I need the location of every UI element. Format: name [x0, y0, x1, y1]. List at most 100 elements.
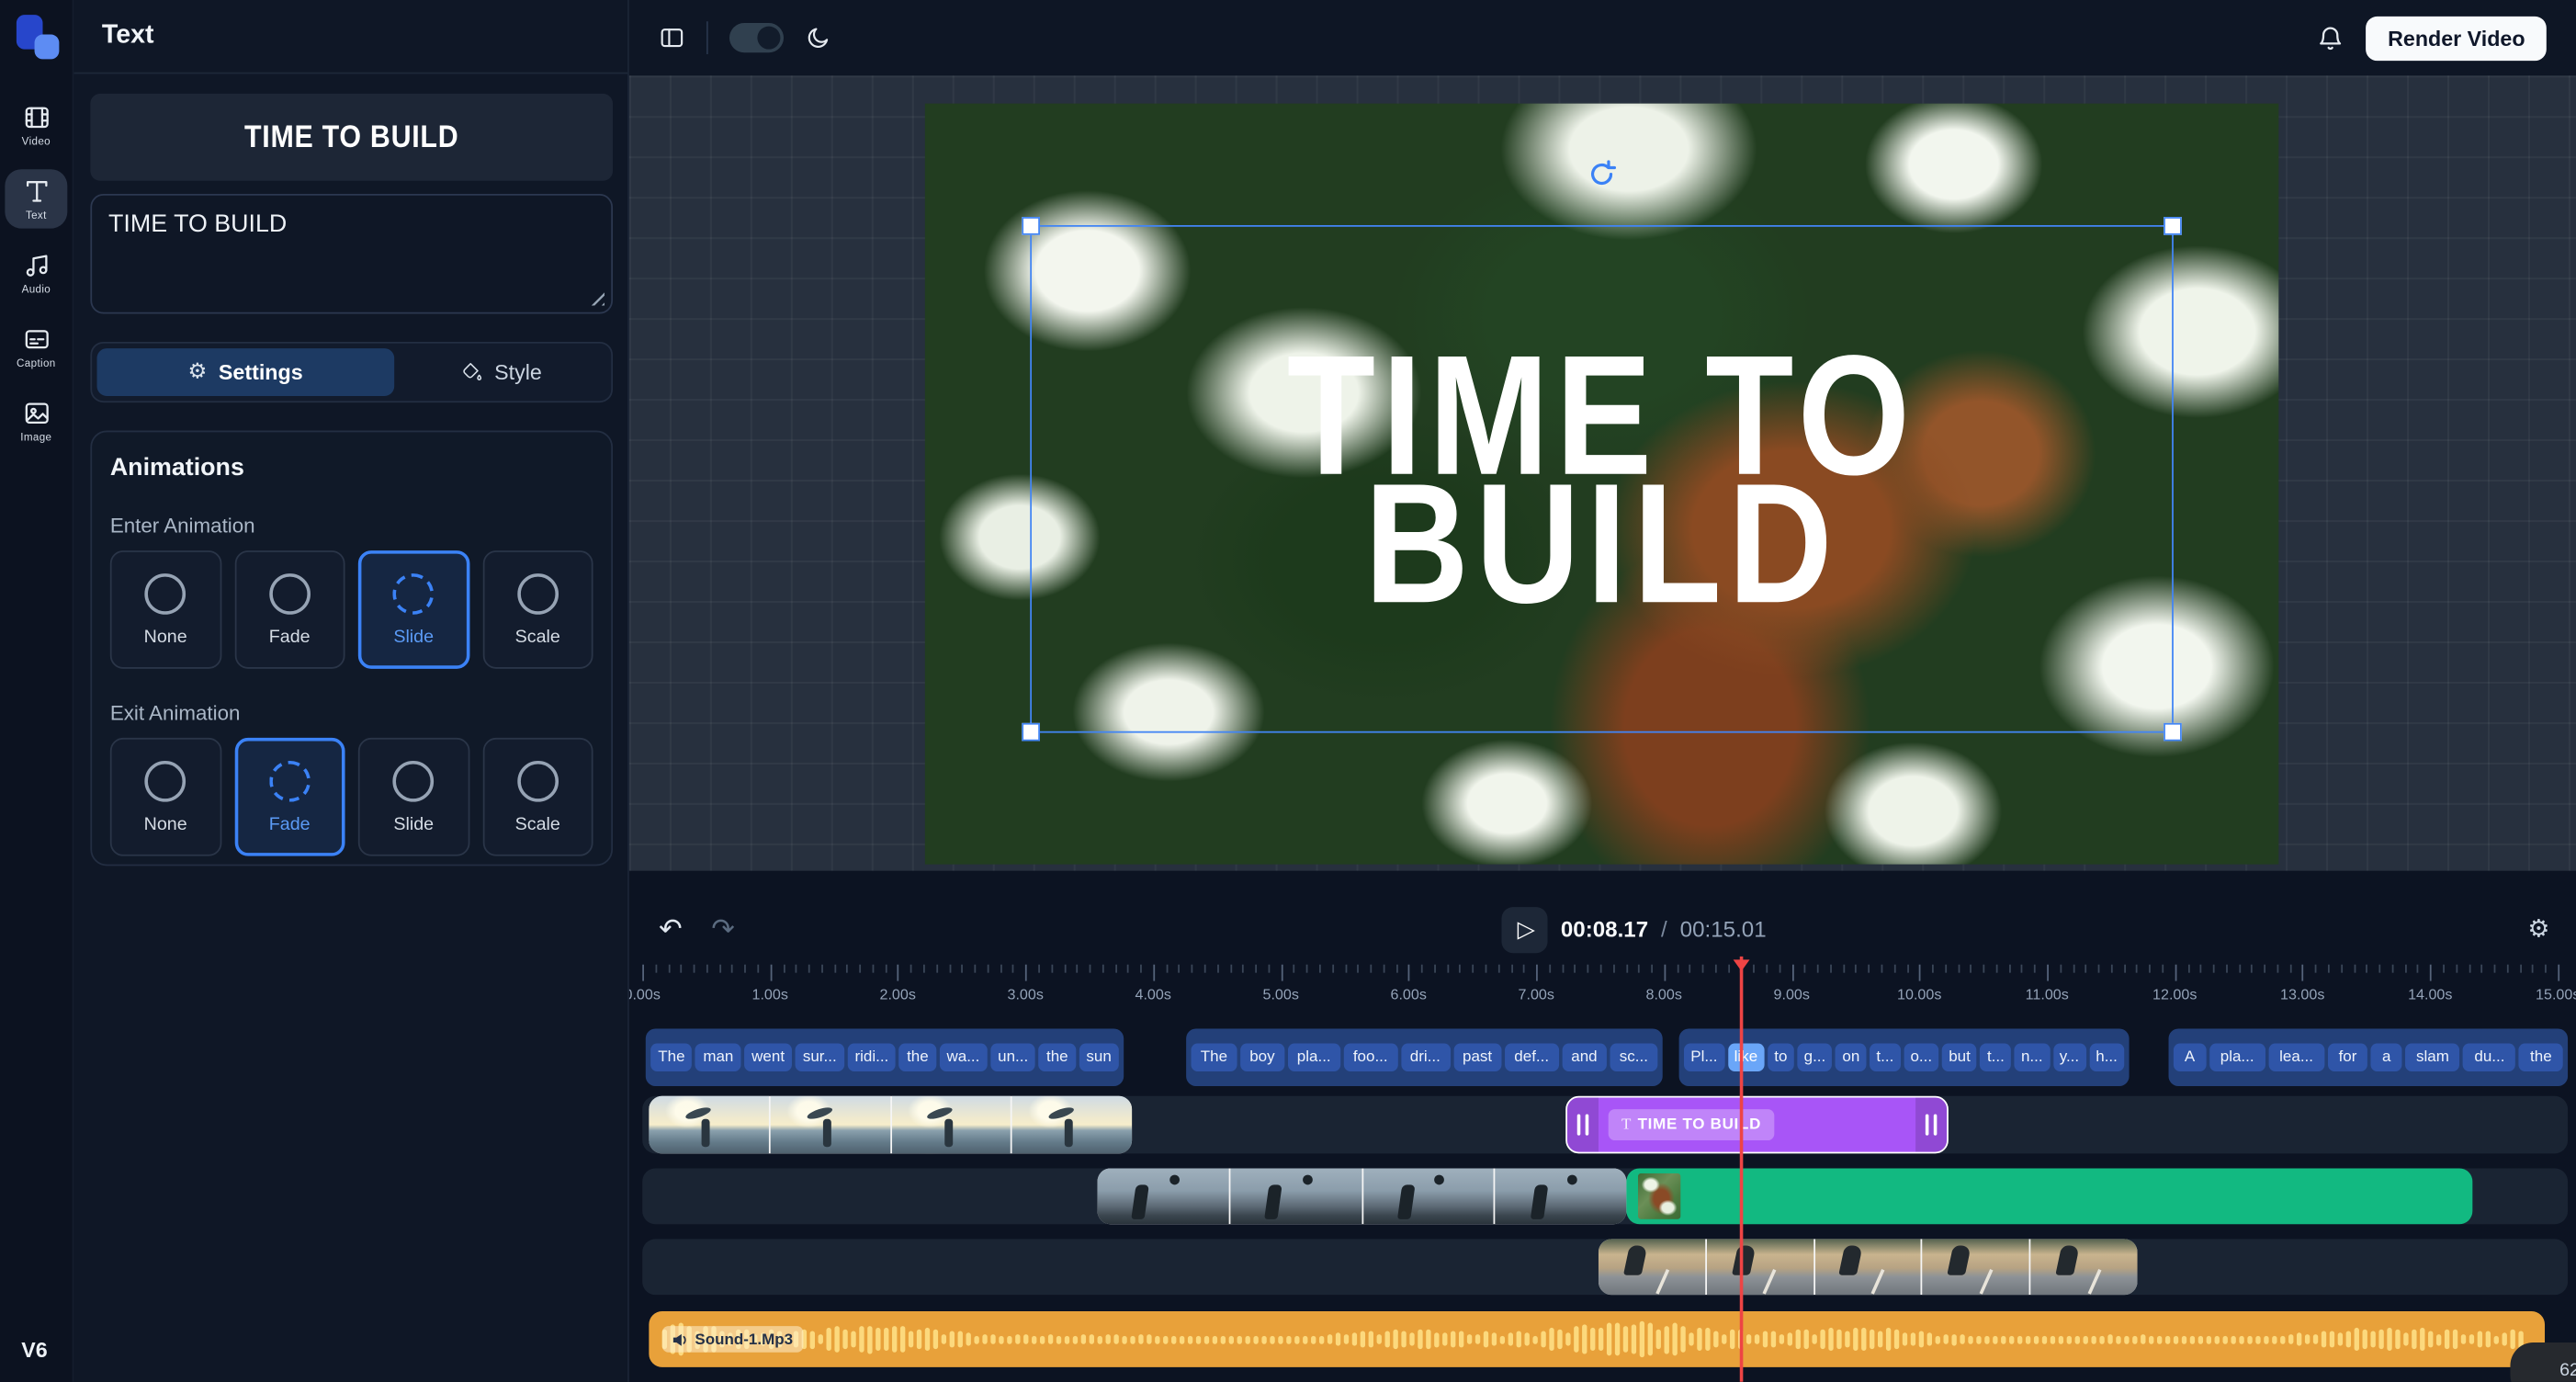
preview-canvas[interactable]: TIME TO BUILD — [629, 75, 2576, 871]
ruler-tick — [808, 965, 810, 973]
caption-word[interactable]: h... — [2089, 1044, 2124, 1071]
trim-handle-left[interactable] — [1567, 1098, 1599, 1152]
caption-word[interactable]: a — [2371, 1044, 2401, 1071]
animation-option-slide[interactable]: Slide — [358, 738, 469, 856]
text-clip[interactable]: T TIME TO BUILD — [1565, 1096, 1949, 1154]
caption-word[interactable]: A — [2174, 1044, 2206, 1071]
panel-toggle-icon[interactable] — [659, 25, 685, 51]
caption-word[interactable]: g... — [1797, 1044, 1832, 1071]
video-clip-cycling[interactable] — [1599, 1239, 2138, 1295]
caption-word[interactable]: The — [650, 1044, 692, 1071]
caption-word-active[interactable]: like — [1727, 1044, 1764, 1071]
ruler-tick — [2507, 965, 2509, 973]
caption-word[interactable]: wa... — [939, 1044, 987, 1071]
animation-option-none[interactable]: None — [110, 550, 221, 669]
caption-word[interactable]: n... — [2015, 1044, 2050, 1071]
animation-option-scale[interactable]: Scale — [482, 738, 593, 856]
caption-word[interactable]: sun — [1079, 1044, 1119, 1071]
caption-word[interactable]: but — [1942, 1044, 1977, 1071]
caption-word[interactable]: t... — [1981, 1044, 2011, 1071]
caption-word[interactable]: went — [744, 1044, 792, 1071]
caption-word[interactable]: sur... — [796, 1044, 844, 1071]
video-clip-flowers[interactable] — [1626, 1168, 2472, 1224]
resize-handle-bottom-left[interactable] — [1022, 723, 1040, 742]
caption-word[interactable]: the — [1039, 1044, 1076, 1071]
waveform-bar — [1574, 1326, 1578, 1352]
caption-word[interactable]: foo... — [1344, 1044, 1397, 1071]
ruler-tick — [2047, 965, 2049, 981]
undo-icon[interactable]: ↶ — [659, 913, 682, 946]
caption-word[interactable]: lea... — [2268, 1044, 2324, 1071]
rotate-handle-icon[interactable] — [1587, 159, 1616, 188]
playhead[interactable] — [1740, 957, 1744, 1382]
caption-word[interactable]: y... — [2052, 1044, 2085, 1071]
waveform-bar — [2182, 1335, 2186, 1343]
animation-option-label: None — [144, 627, 187, 646]
sidebar-item-caption[interactable]: Caption — [5, 317, 67, 376]
caption-word[interactable]: t... — [1870, 1044, 1900, 1071]
animation-option-scale[interactable]: Scale — [482, 550, 593, 669]
selection-box[interactable] — [1030, 225, 2174, 733]
waveform-bar — [1073, 1335, 1078, 1343]
caption-word[interactable]: slam — [2405, 1044, 2460, 1071]
caption-word[interactable]: sc... — [1610, 1044, 1657, 1071]
waveform-bar — [2305, 1334, 2310, 1344]
caption-word[interactable]: du... — [2463, 1044, 2515, 1071]
caption-word[interactable]: o... — [1904, 1044, 1938, 1071]
waveform-bar — [1532, 1335, 1537, 1343]
ruler-tick — [1012, 965, 1014, 973]
animation-option-slide[interactable]: Slide — [358, 550, 469, 669]
audio-clip[interactable]: Sound-1.Mp3 — [649, 1311, 2545, 1367]
caption-word[interactable]: The — [1191, 1044, 1237, 1071]
play-button[interactable]: ▷ — [1501, 907, 1547, 953]
caption-word[interactable]: pla... — [1288, 1044, 1340, 1071]
sidebar-item-audio[interactable]: Audio — [5, 244, 67, 302]
animation-option-none[interactable]: None — [110, 738, 221, 856]
caption-word[interactable]: the — [2519, 1044, 2563, 1071]
caption-word[interactable]: for — [2328, 1044, 2368, 1071]
ruler-tick — [2265, 965, 2266, 973]
timeline-settings-gear-icon[interactable]: ⚙ — [2527, 913, 2549, 943]
caption-word[interactable]: past — [1453, 1044, 1502, 1071]
caption-word[interactable]: ridi... — [847, 1044, 896, 1071]
trim-handle-right[interactable] — [1915, 1098, 1947, 1152]
caption-word[interactable]: dri... — [1400, 1044, 1450, 1071]
caption-word[interactable]: the — [899, 1044, 936, 1071]
render-video-button[interactable]: Render Video — [2367, 16, 2547, 60]
waveform-bar — [2403, 1332, 2408, 1345]
sidebar-item-video[interactable]: Video — [5, 96, 67, 154]
caption-word[interactable]: to — [1768, 1044, 1794, 1071]
caption-word[interactable]: and — [1562, 1044, 1607, 1071]
bell-icon[interactable] — [2317, 24, 2344, 51]
sidebar-item-text[interactable]: Text — [5, 169, 67, 228]
text-content-input[interactable]: TIME TO BUILD — [90, 194, 613, 314]
caption-word[interactable]: Pl... — [1684, 1044, 1724, 1071]
waveform-bar — [2207, 1335, 2211, 1343]
caption-word[interactable]: on — [1836, 1044, 1866, 1071]
tab-settings[interactable]: ⚙ Settings — [97, 348, 394, 396]
theme-toggle[interactable] — [729, 23, 784, 52]
text-preview-card[interactable]: TIME TO BUILD — [90, 94, 613, 181]
video-clip-soccer[interactable] — [1098, 1168, 1627, 1224]
resize-handle-bottom-right[interactable] — [2164, 723, 2182, 742]
caption-word[interactable]: pla... — [2209, 1044, 2265, 1071]
animation-option-fade[interactable]: Fade — [234, 738, 345, 856]
caption-word[interactable]: un... — [990, 1044, 1035, 1071]
moon-icon[interactable] — [805, 25, 831, 51]
ruler-tick — [2149, 965, 2151, 973]
resize-handle-top-right[interactable] — [2164, 217, 2182, 235]
animation-option-fade[interactable]: Fade — [234, 550, 345, 669]
resize-handle-top-left[interactable] — [1022, 217, 1040, 235]
sidebar-item-image[interactable]: Image — [5, 391, 67, 450]
dev-overlay-badge[interactable]: 623 — [2510, 1342, 2576, 1382]
ruler-tick — [821, 965, 823, 973]
video-clip-surfer[interactable] — [649, 1096, 1132, 1154]
timeline-body[interactable]: 0.00s1.00s2.00s3.00s4.00s5.00s6.00s7.00s… — [629, 957, 2576, 1382]
current-time: 00:08.17 — [1561, 917, 1648, 942]
caption-word[interactable]: def... — [1505, 1044, 1558, 1071]
tab-style[interactable]: Style — [397, 348, 606, 396]
caption-word[interactable]: man — [695, 1044, 740, 1071]
redo-icon[interactable]: ↷ — [711, 913, 734, 946]
caption-word[interactable]: boy — [1240, 1044, 1284, 1071]
app-logo-icon[interactable] — [14, 15, 58, 59]
